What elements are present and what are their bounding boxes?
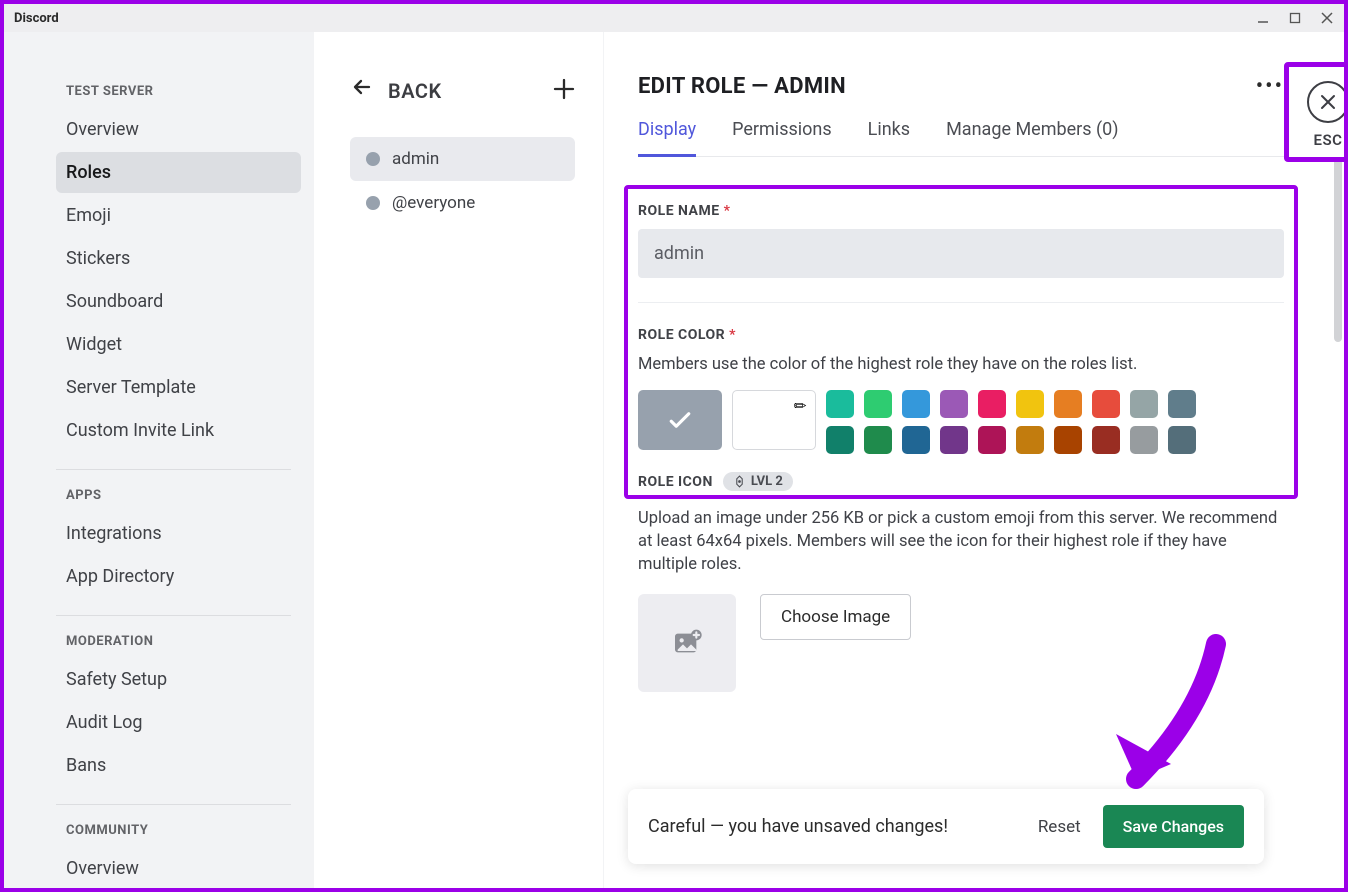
role-edit-panel: EDIT ROLE — ADMIN ••• Display Permission…: [604, 32, 1344, 888]
eyedropper-icon: ✎: [790, 395, 812, 417]
roles-list-column: BACK admin @everyone: [314, 32, 604, 888]
color-picker-row: ✎: [638, 390, 1284, 454]
color-swatch[interactable]: [1092, 390, 1120, 418]
color-swatch[interactable]: [1092, 426, 1120, 454]
check-icon: [665, 405, 695, 435]
settings-sidebar: TEST SERVER Overview Roles Emoji Sticker…: [4, 32, 314, 888]
sidebar-item-custom-invite[interactable]: Custom Invite Link: [56, 410, 301, 451]
color-swatch[interactable]: [1016, 390, 1044, 418]
boost-icon: [733, 475, 746, 488]
sidebar-item-app-directory[interactable]: App Directory: [56, 556, 301, 597]
color-swatch[interactable]: [902, 426, 930, 454]
tab-links[interactable]: Links: [868, 119, 910, 156]
color-swatch[interactable]: [978, 426, 1006, 454]
boost-level-badge: LVL 2: [723, 472, 793, 491]
titlebar: Discord: [4, 4, 1344, 32]
color-swatch[interactable]: [902, 390, 930, 418]
color-swatch[interactable]: [1130, 390, 1158, 418]
color-swatch[interactable]: [1054, 426, 1082, 454]
tab-permissions[interactable]: Permissions: [732, 119, 832, 156]
close-icon[interactable]: [1320, 11, 1334, 25]
color-swatch[interactable]: [826, 426, 854, 454]
sidebar-item-emoji[interactable]: Emoji: [56, 195, 301, 236]
reset-button[interactable]: Reset: [1038, 817, 1081, 837]
sidebar-item-roles[interactable]: Roles: [56, 152, 301, 193]
color-swatch[interactable]: [940, 390, 968, 418]
banner-text: Careful — you have unsaved changes!: [648, 816, 948, 837]
add-role-button[interactable]: [553, 74, 575, 107]
sidebar-item-server-template[interactable]: Server Template: [56, 367, 301, 408]
divider: [56, 469, 291, 470]
content: TEST SERVER Overview Roles Emoji Sticker…: [4, 32, 1344, 888]
role-name-input[interactable]: [638, 229, 1284, 278]
app-window: Discord TEST SERVER Overview Roles Emoji…: [4, 4, 1344, 888]
annotation-esc-highlight: ESC: [1284, 62, 1344, 162]
sidebar-item-integrations[interactable]: Integrations: [56, 513, 301, 554]
sidebar-item-soundboard[interactable]: Soundboard: [56, 281, 301, 322]
role-icon-desc: Upload an image under 256 KB or pick a c…: [638, 507, 1284, 576]
upload-image-box[interactable]: [638, 594, 736, 692]
sidebar-header-apps: APPS: [56, 488, 301, 503]
color-swatch[interactable]: [1054, 390, 1082, 418]
image-add-icon: [671, 627, 703, 659]
back-label: BACK: [388, 79, 442, 103]
sidebar-item-stickers[interactable]: Stickers: [56, 238, 301, 279]
custom-color-swatch[interactable]: ✎: [732, 390, 816, 450]
more-options-button[interactable]: •••: [1256, 74, 1284, 99]
sidebar-item-overview[interactable]: Overview: [56, 109, 301, 150]
maximize-icon[interactable]: [1288, 11, 1302, 25]
tabs-row: Display Permissions Links Manage Members…: [638, 119, 1284, 157]
color-swatch[interactable]: [864, 390, 892, 418]
color-swatch[interactable]: [826, 390, 854, 418]
save-changes-button[interactable]: Save Changes: [1103, 805, 1244, 848]
app-name: Discord: [14, 11, 59, 26]
role-name: admin: [392, 149, 439, 169]
sidebar-header-moderation: MODERATION: [56, 634, 301, 649]
back-button[interactable]: BACK: [350, 75, 442, 106]
role-color-dot: [366, 152, 380, 166]
sidebar-header-server: TEST SERVER: [56, 84, 301, 99]
close-settings-button[interactable]: [1307, 81, 1344, 123]
minimize-icon[interactable]: [1256, 11, 1270, 25]
role-name-label: ROLE NAME *: [638, 203, 1284, 219]
role-list-item-admin[interactable]: admin: [350, 137, 575, 181]
divider: [638, 302, 1284, 303]
sidebar-item-bans[interactable]: Bans: [56, 745, 301, 786]
role-color-label: ROLE COLOR *: [638, 327, 1284, 343]
color-swatch[interactable]: [1168, 426, 1196, 454]
role-icon-label: ROLE ICON: [638, 474, 713, 490]
color-swatch[interactable]: [864, 426, 892, 454]
color-swatch[interactable]: [1168, 390, 1196, 418]
page-title: EDIT ROLE — ADMIN: [638, 74, 846, 99]
sidebar-item-audit-log[interactable]: Audit Log: [56, 702, 301, 743]
divider: [56, 804, 291, 805]
default-color-swatch[interactable]: [638, 390, 722, 450]
annotation-highlight: ROLE NAME * ROLE COLOR * Members use the…: [624, 185, 1298, 499]
sidebar-item-community-overview[interactable]: Overview: [56, 848, 301, 888]
choose-image-button[interactable]: Choose Image: [760, 594, 911, 640]
color-swatch[interactable]: [1016, 426, 1044, 454]
arrow-left-icon: [350, 75, 374, 106]
role-name: @everyone: [392, 193, 475, 213]
window-controls: [1256, 11, 1334, 25]
color-swatch[interactable]: [978, 390, 1006, 418]
tab-manage-members[interactable]: Manage Members (0): [946, 119, 1118, 156]
sidebar-item-widget[interactable]: Widget: [56, 324, 301, 365]
esc-label: ESC: [1314, 131, 1343, 149]
sidebar-item-safety-setup[interactable]: Safety Setup: [56, 659, 301, 700]
x-icon: [1319, 93, 1337, 111]
color-swatch[interactable]: [1130, 426, 1158, 454]
role-color-desc: Members use the color of the highest rol…: [638, 353, 1284, 376]
role-list-item-everyone[interactable]: @everyone: [350, 181, 575, 225]
color-swatch[interactable]: [940, 426, 968, 454]
sidebar-header-community: COMMUNITY: [56, 823, 301, 838]
role-color-dot: [366, 196, 380, 210]
divider: [56, 615, 291, 616]
tab-display[interactable]: Display: [638, 119, 696, 157]
unsaved-changes-banner: Careful — you have unsaved changes! Rese…: [628, 789, 1264, 864]
